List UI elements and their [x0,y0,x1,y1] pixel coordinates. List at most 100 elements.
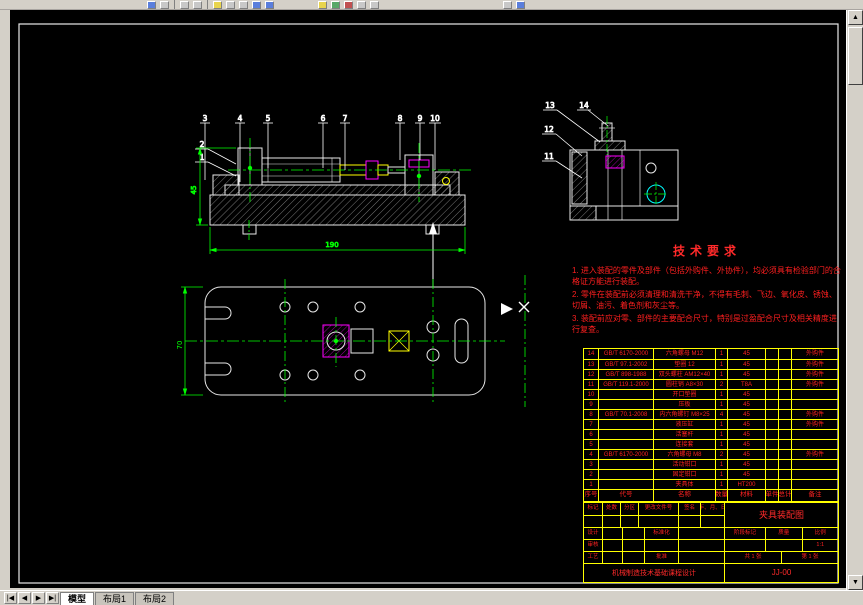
help-icon[interactable] [516,1,525,9]
bom-row: 3 活动钳口 1 45 [584,459,838,469]
layer-icon[interactable] [357,1,366,9]
tb-count-label: 处数 [602,503,620,515]
tech-requirement-item: 1. 进入装配的零件及部件（包括外购件、外协件），均必须具有检验部门的合格证方能… [572,266,841,286]
title-block-row: 工艺 批准 [584,551,724,563]
tech-requirement-item: 3. 装配前应对零、部件的主要配合尺寸，特别是过盈配合尺寸及相关精度进行复查。 [572,314,837,334]
zoom-window-icon[interactable] [318,1,327,9]
bom-cell-material: 45 [727,400,765,409]
bom-cell-qty: 1 [715,400,727,409]
bom-cell-note [791,460,838,469]
bom-header-note: 备注 [791,490,838,501]
bom-cell-name: 六角螺母 M8 [653,450,715,459]
bom-cell-name: 垫圈 12 [653,360,715,369]
tb-empty-cell [644,540,678,551]
tab-layout1[interactable]: 布局1 [95,591,135,605]
tb-mark-label: 标记 [587,505,599,512]
balloon-11: 11 [544,152,554,161]
scroll-down-icon[interactable]: ▼ [848,575,863,590]
bom-cell-name: 内六角螺钉 M8×25 [653,410,715,419]
tb-date-label: 年、月、日 [700,503,724,515]
tb-empty-cell [602,540,622,551]
bom-cell-qty: 1 [715,390,727,399]
bom-cell-total-weight [778,430,791,439]
color-icon[interactable] [370,1,379,9]
cut-icon[interactable] [213,1,222,9]
tab-first-icon[interactable]: |◀ [4,592,17,604]
bom-cell-note: 外购件 [791,420,838,429]
bom-row: 10 开口垫圈 1 45 [584,389,838,399]
bom-cell-material: 45 [727,470,765,479]
tb-approve-label: 批准 [644,552,678,563]
print-icon[interactable] [193,1,202,9]
tb-scale-value: 1:1 [801,540,839,551]
bom-cell-unit-weight [765,470,778,479]
bom-cell-name: 液压缸 [653,420,715,429]
tab-model[interactable]: 模型 [60,591,95,605]
bom-cell-no: 12 [587,371,595,378]
paste-icon[interactable] [239,1,248,9]
balloon-5: 5 [266,114,271,123]
tb-empty-cell [725,540,765,551]
bom-cell-note [791,480,838,489]
tab-layout2[interactable]: 布局2 [135,591,175,605]
zoom-previous-icon[interactable] [331,1,340,9]
bom-cell-no: 8 [589,411,593,418]
bom-cell-qty: 2 [715,380,727,389]
bom-row: 14 GB/T 6170-2000 六角螺母 M12 1 45 外购件 [584,349,838,359]
tb-process-label: 工艺 [587,553,599,560]
bom-cell-material: T8A [727,380,765,389]
tb-design-label: 设计 [587,529,599,536]
pan-icon[interactable] [344,1,353,9]
vertical-scrollbar[interactable]: ▲ ▼ [846,10,863,590]
bom-cell-no: 13 [587,361,595,368]
bom-cell-no: 6 [589,431,593,438]
bom-cell-qty: 1 [715,360,727,369]
tb-mass-label: 质量 [765,528,802,539]
bom-cell-no: 10 [587,391,595,398]
tb-empty-cell [622,528,644,539]
tab-next-icon[interactable]: ▶ [32,592,45,604]
tab-last-icon[interactable]: ▶| [46,592,59,604]
undo-icon[interactable] [252,1,261,9]
bom-cell-code [598,460,653,469]
redo-icon[interactable] [265,1,274,9]
tb-sheet-no: 第 1 张 [781,552,838,563]
bom-cell-no: 14 [587,351,595,357]
bom-cell-code: GB/T 6170-2000 [598,450,653,459]
tab-prev-icon[interactable]: ◀ [18,592,31,604]
title-block-row: 阶段标记 质量 比例 [725,527,838,539]
tb-std-label: 标准化 [644,528,678,539]
scrollbar-thumb[interactable] [848,27,863,85]
copy-icon[interactable] [226,1,235,9]
bom-rows: 14 GB/T 6170-2000 六角螺母 M12 1 45 外购件 13 G… [584,349,838,489]
balloon-6: 6 [321,114,326,123]
tb-empty-cell [678,516,700,527]
bom-cell-unit-weight [765,390,778,399]
scroll-up-icon[interactable]: ▲ [848,10,863,25]
drawing-canvas[interactable]: 3 4 5 6 7 8 9 10 2 1 190 45 13 14 12 11 … [10,10,846,588]
bom-cell-total-weight [778,440,791,449]
bom-header-unit-weight: 单件 [765,490,778,501]
open-icon[interactable] [160,1,169,9]
bom-row: 7 液压缸 1 45 外购件 [584,419,838,429]
title-block-row: 共 1 张 第 1 张 [725,551,838,563]
linetype-icon[interactable] [503,1,512,9]
bom-cell-code: GB/T 97.1-2002 [598,360,653,369]
bom-cell-total-weight [778,400,791,409]
bom-cell-code [598,420,653,429]
bom-header-qty: 数量 [715,490,727,501]
new-icon[interactable] [147,1,156,9]
bom-cell-no: 4 [589,451,593,458]
bom-row: 1 夹具体 1 HT200 [584,479,838,489]
bom-cell-note [791,390,838,399]
bom-table: 14 GB/T 6170-2000 六角螺母 M12 1 45 外购件 13 G… [583,348,839,502]
bom-cell-code: GB/T 6170-2000 [598,349,653,359]
tb-empty-cell [765,540,802,551]
bom-cell-unit-weight [765,380,778,389]
bom-cell-note [791,470,838,479]
bom-cell-unit-weight [765,480,778,489]
bom-cell-note [791,430,838,439]
dim-front-width: 190 [325,241,338,249]
title-block-row [584,515,724,527]
save-icon[interactable] [180,1,189,9]
